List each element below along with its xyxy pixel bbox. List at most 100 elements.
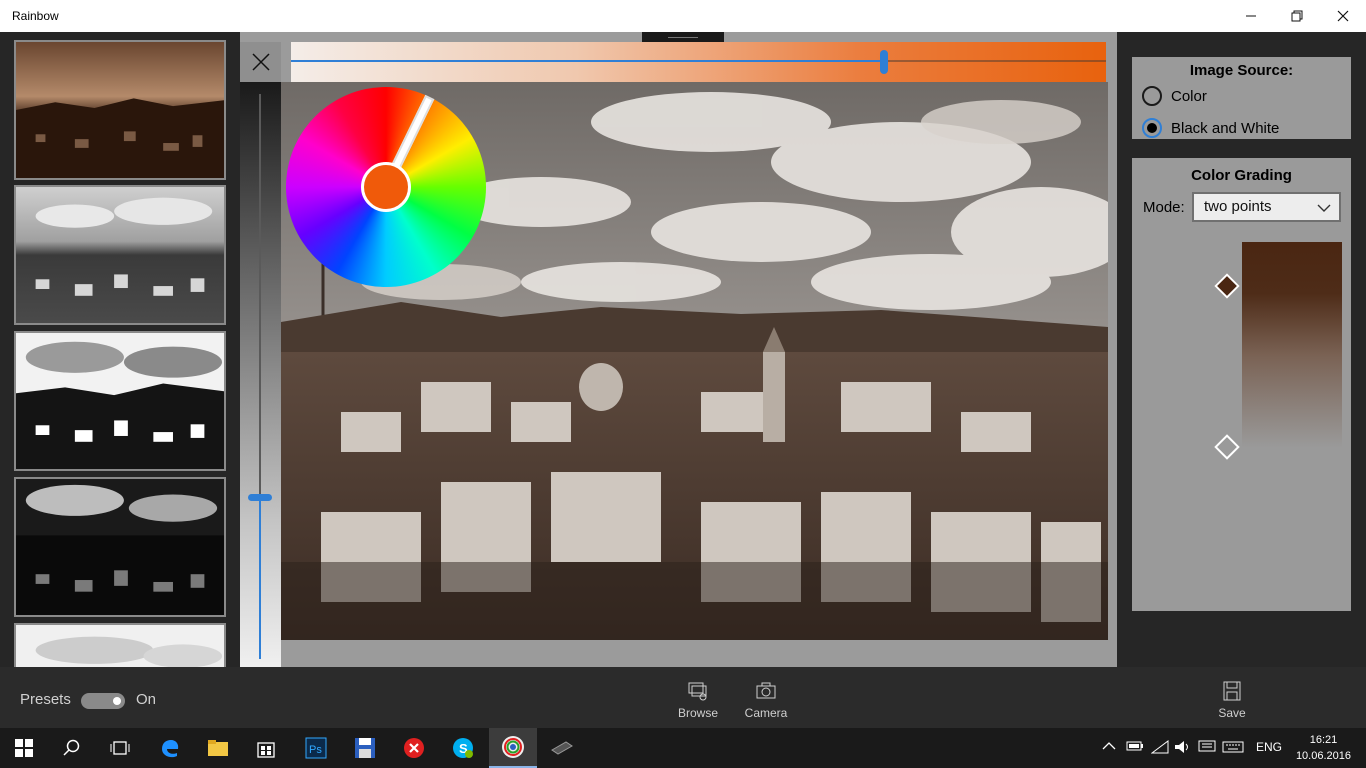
image-source-title: Image Source:: [1189, 62, 1294, 79]
store-app[interactable]: [242, 728, 290, 768]
action-center-button[interactable]: [1198, 740, 1216, 757]
battery-button[interactable]: [1126, 740, 1144, 755]
thumbnail-image: [16, 187, 224, 323]
camera-label: Camera: [744, 706, 788, 720]
wifi-icon: [1150, 740, 1169, 754]
camera-icon: [756, 682, 776, 699]
vertical-slider-thumb[interactable]: [248, 494, 272, 501]
close-app[interactable]: [390, 728, 438, 768]
thumbnail-image: [16, 625, 224, 667]
close-window-button[interactable]: [1320, 0, 1366, 32]
browse-label: Browse: [677, 706, 718, 720]
radio-color-label: Color: [1171, 87, 1207, 105]
file-explorer-app[interactable]: [194, 728, 242, 768]
search-button[interactable]: [48, 728, 96, 768]
radio-selected-icon: [1142, 118, 1162, 138]
windows-logo-icon: [15, 739, 33, 757]
vertical-slider-fill: [259, 497, 261, 659]
close-editor-button[interactable]: [240, 42, 281, 82]
mode-select[interactable]: two points: [1192, 192, 1341, 222]
image-source-panel: Image Source: Color Black and White: [1132, 57, 1351, 139]
editor-canvas: [240, 32, 1117, 667]
thumbnail-image: [16, 333, 224, 469]
skype-app[interactable]: S: [439, 728, 487, 768]
close-icon: [251, 53, 270, 71]
settings-panel: Image Source: Color Black and White Colo…: [1117, 32, 1366, 667]
usb-drive-app[interactable]: [538, 728, 586, 768]
save-icon: [1223, 681, 1241, 701]
volume-button[interactable]: [1174, 740, 1192, 757]
radio-color[interactable]: Color: [1142, 86, 1207, 106]
preset-thumbnail-sepia[interactable]: [14, 40, 226, 180]
close-icon: [1337, 10, 1349, 22]
radio-circle-icon: [1142, 86, 1162, 106]
presets-toggle-state: On: [136, 691, 157, 708]
battery-icon: [1126, 741, 1143, 751]
system-clock[interactable]: 16:21 10.06.2016: [1296, 732, 1351, 764]
chevron-up-icon: [1102, 742, 1116, 750]
browse-icon: [688, 682, 707, 701]
save-button[interactable]: Save: [1202, 681, 1262, 720]
notification-icon: [1198, 740, 1216, 752]
thumbnail-image: [16, 42, 224, 178]
rainbow-app-icon: [502, 736, 524, 758]
search-icon: [63, 739, 80, 756]
presets-label: Presets: [20, 691, 71, 708]
restore-button[interactable]: [1274, 0, 1320, 32]
photoshop-app[interactable]: Ps: [292, 728, 340, 768]
svg-text:Ps: Ps: [309, 744, 322, 756]
floppy-disk-icon: [355, 738, 375, 758]
save-label: Save: [1218, 706, 1246, 720]
window-title: Rainbow: [12, 9, 59, 23]
touch-keyboard-button[interactable]: [1222, 740, 1244, 757]
thumbnail-image: [16, 479, 224, 615]
radio-black-and-white-label: Black and White: [1171, 119, 1280, 137]
chevron-down-icon: [1317, 204, 1331, 212]
clock-date: 10.06.2016: [1295, 750, 1351, 762]
mode-label: Mode:: [1143, 199, 1185, 216]
clock-time: 16:21: [1309, 734, 1338, 746]
minimize-button[interactable]: [1228, 0, 1274, 32]
rainbow-app[interactable]: [489, 728, 537, 768]
speaker-icon: [1175, 741, 1188, 753]
preset-thumbnail-list[interactable]: [0, 32, 240, 667]
photoshop-icon: Ps: [305, 737, 327, 759]
grading-point-dark-handle[interactable]: [1214, 273, 1240, 299]
save-disk-app[interactable]: [341, 728, 389, 768]
input-language[interactable]: ENG: [1256, 740, 1282, 754]
vertical-slider-track: [259, 94, 261, 496]
color-grading-panel: Color Grading Mode: two points: [1132, 158, 1351, 611]
edge-icon: [162, 740, 179, 758]
selected-color-swatch[interactable]: [361, 162, 411, 212]
skype-icon: S: [453, 738, 473, 758]
camera-button[interactable]: Camera: [736, 681, 796, 720]
preset-thumbnail-high-contrast[interactable]: [14, 331, 226, 471]
command-bar: Presets On Browse Camera Save: [0, 667, 1366, 728]
store-icon: [257, 742, 275, 758]
start-button[interactable]: [0, 728, 48, 768]
color-wheel[interactable]: [286, 87, 486, 287]
task-view-button[interactable]: [96, 728, 144, 768]
color-grading-title: Color Grading: [1191, 167, 1292, 184]
preset-thumbnail-gray[interactable]: [14, 185, 226, 325]
edge-app[interactable]: [146, 728, 194, 768]
preset-thumbnail-bright[interactable]: [14, 623, 226, 667]
hue-slider-fill: [291, 60, 883, 62]
hue-slider[interactable]: [291, 42, 1106, 82]
presets-toggle[interactable]: [81, 693, 125, 709]
minimize-icon: [1246, 15, 1256, 17]
app-body: Image Source: Color Black and White Colo…: [0, 32, 1366, 728]
browse-button[interactable]: Browse: [668, 681, 728, 720]
show-hidden-icons-button[interactable]: [1102, 740, 1116, 754]
taskbar: Ps S ENG 16:21 10.06.2016: [0, 728, 1366, 768]
network-button[interactable]: [1150, 740, 1169, 757]
restore-icon: [1291, 10, 1303, 22]
top-pull-handle[interactable]: [642, 32, 724, 42]
title-bar: Rainbow: [0, 0, 1366, 32]
hue-slider-thumb[interactable]: [880, 50, 888, 74]
folder-icon: [208, 740, 228, 756]
hue-slider-track: [887, 60, 1106, 62]
grading-point-light-handle[interactable]: [1214, 434, 1240, 460]
preset-thumbnail-dark[interactable]: [14, 477, 226, 617]
radio-black-and-white[interactable]: Black and White: [1142, 118, 1279, 138]
